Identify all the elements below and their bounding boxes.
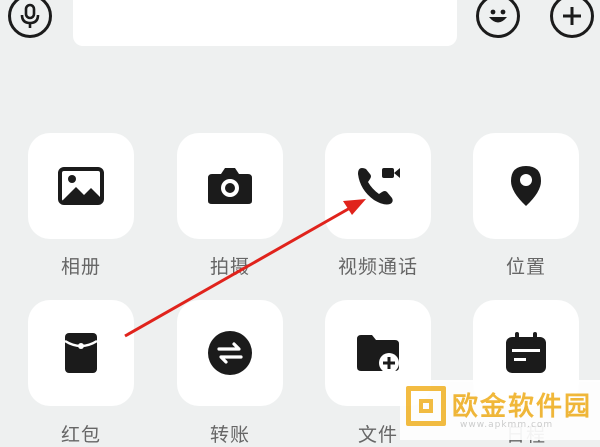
- album-tile[interactable]: [28, 133, 134, 239]
- watermark: 欧金软件园 www.apkmm.com: [400, 380, 600, 440]
- watermark-text: 欧金软件园: [452, 392, 593, 422]
- camera-icon: [208, 168, 252, 204]
- photo-icon: [58, 167, 104, 205]
- transfer-tile[interactable]: [177, 300, 283, 406]
- camera-label: 拍摄: [209, 256, 250, 278]
- plus-icon: [563, 7, 581, 25]
- location-tile[interactable]: [473, 133, 579, 239]
- voice-button[interactable]: [8, 0, 52, 38]
- message-input[interactable]: [73, 0, 457, 46]
- calendar-icon: [506, 332, 546, 373]
- camera-tile[interactable]: [177, 133, 283, 239]
- folder-add-icon: [357, 335, 399, 373]
- album-label: 相册: [60, 256, 101, 278]
- location-pin-icon: [511, 166, 541, 206]
- transfer-label: 转账: [209, 424, 250, 446]
- video-call-tile[interactable]: [325, 133, 431, 239]
- smiley-icon: [489, 9, 507, 23]
- emoji-button[interactable]: [476, 0, 520, 38]
- transfer-icon: [208, 331, 252, 375]
- red-packet-tile[interactable]: [28, 300, 134, 406]
- red-packet-icon: [64, 333, 98, 373]
- red-packet-label: 红包: [60, 424, 101, 446]
- microphone-icon: [20, 3, 40, 28]
- video-call-label: 视频通话: [337, 256, 418, 278]
- location-label: 位置: [505, 256, 546, 278]
- watermark-url: www.apkmm.com: [460, 420, 554, 430]
- more-button[interactable]: [550, 0, 594, 38]
- video-call-icon: [358, 168, 400, 205]
- watermark-logo-icon: [406, 386, 446, 426]
